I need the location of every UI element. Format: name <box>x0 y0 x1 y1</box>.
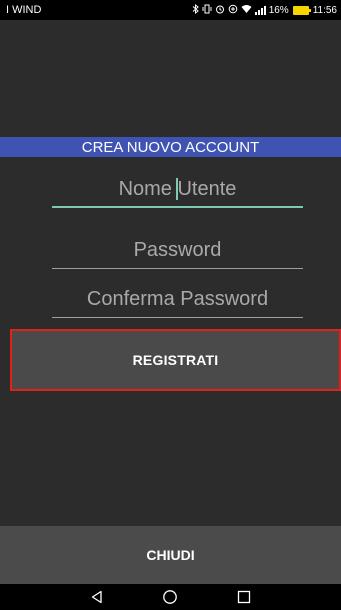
confirm-password-placeholder: Conferma Password <box>86 288 269 310</box>
username-placeholder: Nome Utente <box>118 177 237 201</box>
vibrate-icon <box>202 4 212 17</box>
alarm-icon <box>215 4 225 17</box>
status-icons: 16% 11:56 <box>192 3 337 17</box>
username-field[interactable]: Nome Utente <box>52 172 303 208</box>
close-button[interactable]: CHIUDI <box>0 526 341 584</box>
password-field[interactable]: Password <box>52 233 303 269</box>
clock: 11:56 <box>312 4 337 16</box>
signal-icon <box>254 5 266 15</box>
back-icon[interactable] <box>82 584 112 610</box>
recents-icon[interactable] <box>229 584 259 610</box>
data-saver-icon <box>228 4 238 17</box>
navigation-bar <box>0 584 341 610</box>
close-button-label: CHIUDI <box>146 547 195 563</box>
password-placeholder: Password <box>133 239 222 261</box>
battery-percent: 16% <box>268 4 289 16</box>
wifi-icon <box>241 4 252 16</box>
register-button-label: REGISTRATI <box>132 352 219 368</box>
carrier-label: I WIND <box>6 4 42 16</box>
form-title: CREA NUOVO ACCOUNT <box>0 137 341 157</box>
status-bar: I WIND 16% 11:56 <box>0 0 341 20</box>
bluetooth-icon <box>192 3 199 17</box>
home-icon[interactable] <box>155 584 185 610</box>
confirm-password-field[interactable]: Conferma Password <box>52 282 303 318</box>
register-button[interactable]: REGISTRATI <box>10 329 341 391</box>
battery-charging-icon <box>292 5 311 15</box>
app-content: CREA NUOVO ACCOUNT Nome Utente Password … <box>0 20 341 584</box>
